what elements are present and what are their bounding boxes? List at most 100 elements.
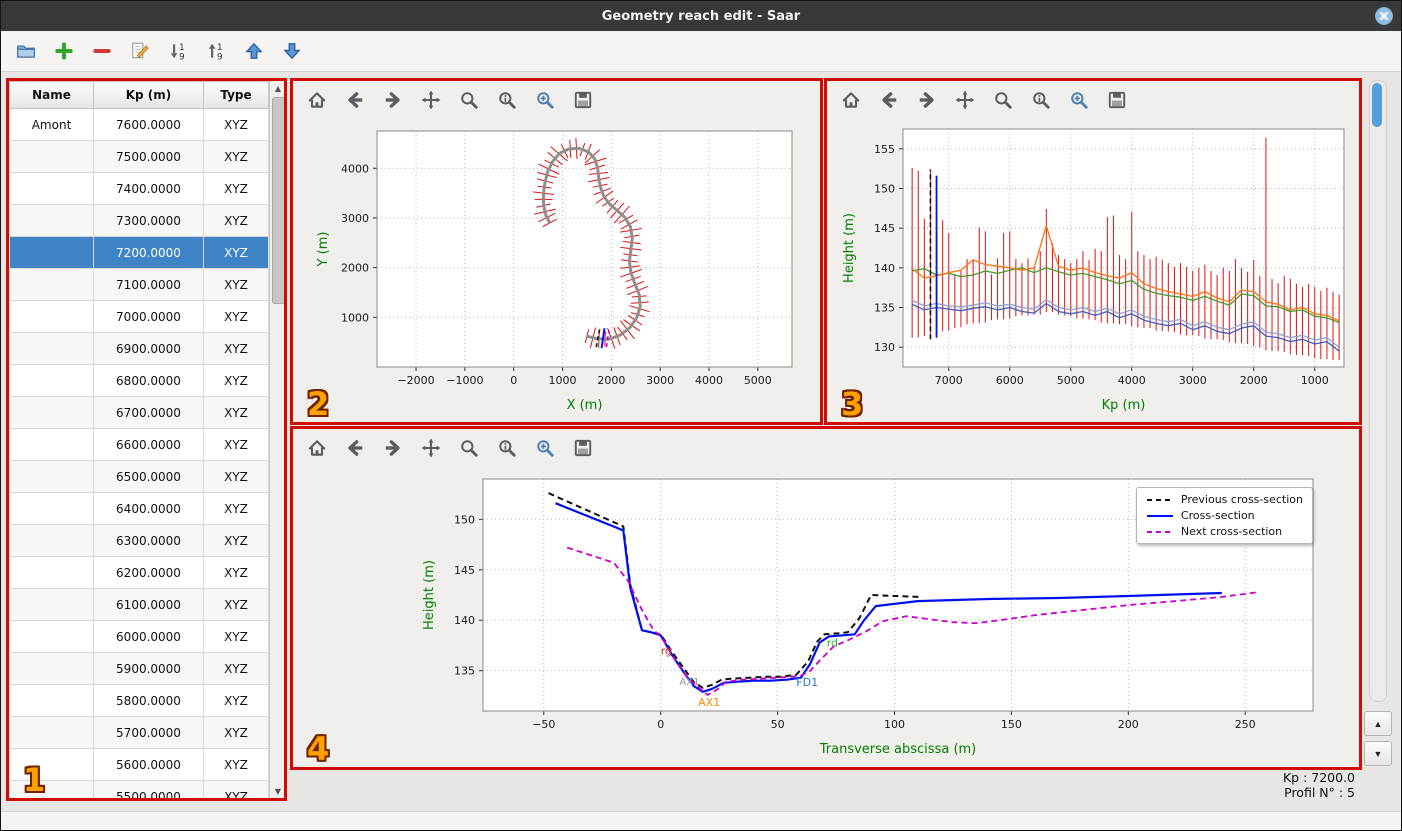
table-cell[interactable]: 7600.0000 — [93, 108, 204, 141]
zoom-info-button[interactable] — [492, 86, 521, 115]
table-row[interactable]: 7100.0000 XYZ — [9, 268, 269, 301]
sort-ascending-button[interactable] — [201, 37, 230, 66]
table-row[interactable]: 6000.0000 XYZ — [9, 620, 269, 653]
table-cell[interactable] — [9, 716, 94, 749]
table-cell[interactable] — [9, 140, 94, 173]
table-cell[interactable]: 7400.0000 — [93, 172, 204, 205]
table-cell[interactable] — [9, 172, 94, 205]
table-cell[interactable]: 7000.0000 — [93, 300, 204, 333]
remove-profile-button[interactable] — [87, 37, 116, 66]
forward-button[interactable] — [378, 86, 407, 115]
add-profile-button[interactable] — [49, 37, 78, 66]
table-cell[interactable] — [9, 620, 94, 653]
table-cell[interactable]: 7300.0000 — [93, 204, 204, 237]
table-row[interactable]: 7000.0000 XYZ — [9, 300, 269, 333]
forward-button[interactable] — [378, 434, 407, 463]
table-cell[interactable]: 6000.0000 — [93, 620, 204, 653]
table-cell[interactable]: XYZ — [203, 524, 269, 557]
table-row[interactable]: 6900.0000 XYZ — [9, 332, 269, 365]
table-row[interactable]: 7500.0000 XYZ — [9, 140, 269, 173]
column-header-name[interactable]: Name — [9, 81, 94, 109]
table-cell[interactable]: 6400.0000 — [93, 492, 204, 525]
table-cell[interactable]: 5700.0000 — [93, 716, 204, 749]
table-cell[interactable]: 7200.0000 — [93, 236, 204, 269]
table-cell[interactable] — [9, 236, 94, 269]
table-cell[interactable] — [9, 300, 94, 333]
table-cell[interactable]: 5600.0000 — [93, 748, 204, 781]
table-cell[interactable]: 6300.0000 — [93, 524, 204, 557]
window-scrollbar[interactable] — [1369, 80, 1387, 702]
table-cell[interactable] — [9, 556, 94, 589]
sort-descending-button[interactable] — [163, 37, 192, 66]
table-scroll-up-icon[interactable]: ▲ — [270, 81, 284, 95]
pan-button[interactable] — [416, 434, 445, 463]
table-row[interactable]: 6200.0000 XYZ — [9, 556, 269, 589]
table-cell[interactable] — [9, 684, 94, 717]
table-row[interactable]: 7300.0000 XYZ — [9, 204, 269, 237]
table-row[interactable]: 6800.0000 XYZ — [9, 364, 269, 397]
table-cell[interactable]: XYZ — [203, 108, 269, 141]
table-cell[interactable] — [9, 428, 94, 461]
table-row[interactable]: 7200.0000 XYZ — [9, 236, 269, 269]
table-row[interactable]: Amont 7600.0000 XYZ — [9, 108, 269, 141]
table-cell[interactable]: 6700.0000 — [93, 396, 204, 429]
table-cell[interactable] — [9, 396, 94, 429]
table-cell[interactable]: XYZ — [203, 364, 269, 397]
zoom-button[interactable] — [454, 434, 483, 463]
back-button[interactable] — [340, 434, 369, 463]
table-cell[interactable]: XYZ — [203, 748, 269, 781]
profile-up-button[interactable]: ▲ — [1364, 711, 1392, 736]
table-cell[interactable]: XYZ — [203, 236, 269, 269]
table-cell[interactable]: 5500.0000 — [93, 780, 204, 798]
zoom-config-button[interactable] — [530, 434, 559, 463]
back-button[interactable] — [340, 86, 369, 115]
table-row[interactable]: 5700.0000 XYZ — [9, 716, 269, 749]
table-cell[interactable]: 5800.0000 — [93, 684, 204, 717]
table-cell[interactable]: 6900.0000 — [93, 332, 204, 365]
table-scroll-down-icon[interactable]: ▼ — [270, 784, 284, 798]
table-cell[interactable] — [9, 204, 94, 237]
table-cell[interactable]: 6100.0000 — [93, 588, 204, 621]
open-file-button[interactable] — [11, 37, 40, 66]
table-row[interactable]: 7400.0000 XYZ — [9, 172, 269, 205]
table-cell[interactable]: 6200.0000 — [93, 556, 204, 589]
table-cell[interactable]: 6500.0000 — [93, 460, 204, 493]
home-button[interactable] — [302, 434, 331, 463]
table-cell[interactable]: XYZ — [203, 588, 269, 621]
table-cell[interactable]: Amont — [9, 108, 94, 141]
table-cell[interactable]: 6600.0000 — [93, 428, 204, 461]
save-button[interactable] — [568, 434, 597, 463]
table-cell[interactable]: XYZ — [203, 300, 269, 333]
window-scrollbar-thumb[interactable] — [1372, 83, 1382, 127]
pan-button[interactable] — [416, 86, 445, 115]
table-cell[interactable]: XYZ — [203, 780, 269, 798]
table-cell[interactable] — [9, 524, 94, 557]
zoom-info-button[interactable] — [1026, 86, 1055, 115]
back-button[interactable] — [874, 86, 903, 115]
table-cell[interactable]: XYZ — [203, 492, 269, 525]
table-cell[interactable]: XYZ — [203, 172, 269, 205]
pan-button[interactable] — [950, 86, 979, 115]
table-cell[interactable] — [9, 492, 94, 525]
table-row[interactable]: 6100.0000 XYZ — [9, 588, 269, 621]
table-cell[interactable]: XYZ — [203, 684, 269, 717]
table-row[interactable]: 6300.0000 XYZ — [9, 524, 269, 557]
move-up-button[interactable] — [239, 37, 268, 66]
save-button[interactable] — [1102, 86, 1131, 115]
home-button[interactable] — [302, 86, 331, 115]
table-cell[interactable] — [9, 364, 94, 397]
edit-profile-button[interactable] — [125, 37, 154, 66]
table-cell[interactable]: XYZ — [203, 332, 269, 365]
forward-button[interactable] — [912, 86, 941, 115]
table-cell[interactable] — [9, 268, 94, 301]
table-row[interactable]: 5800.0000 XYZ — [9, 684, 269, 717]
table-row[interactable]: 5600.0000 XYZ — [9, 748, 269, 781]
table-cell[interactable] — [9, 332, 94, 365]
table-row[interactable]: 6600.0000 XYZ — [9, 428, 269, 461]
table-cell[interactable]: 6800.0000 — [93, 364, 204, 397]
table-row[interactable]: 5900.0000 XYZ — [9, 652, 269, 685]
zoom-button[interactable] — [454, 86, 483, 115]
table-row[interactable]: 6700.0000 XYZ — [9, 396, 269, 429]
table-cell[interactable] — [9, 652, 94, 685]
plan-view-chart[interactable]: −2000 −1000 0 1000 2000 3000 4000 5000 1000 2000 3… — [293, 119, 820, 419]
